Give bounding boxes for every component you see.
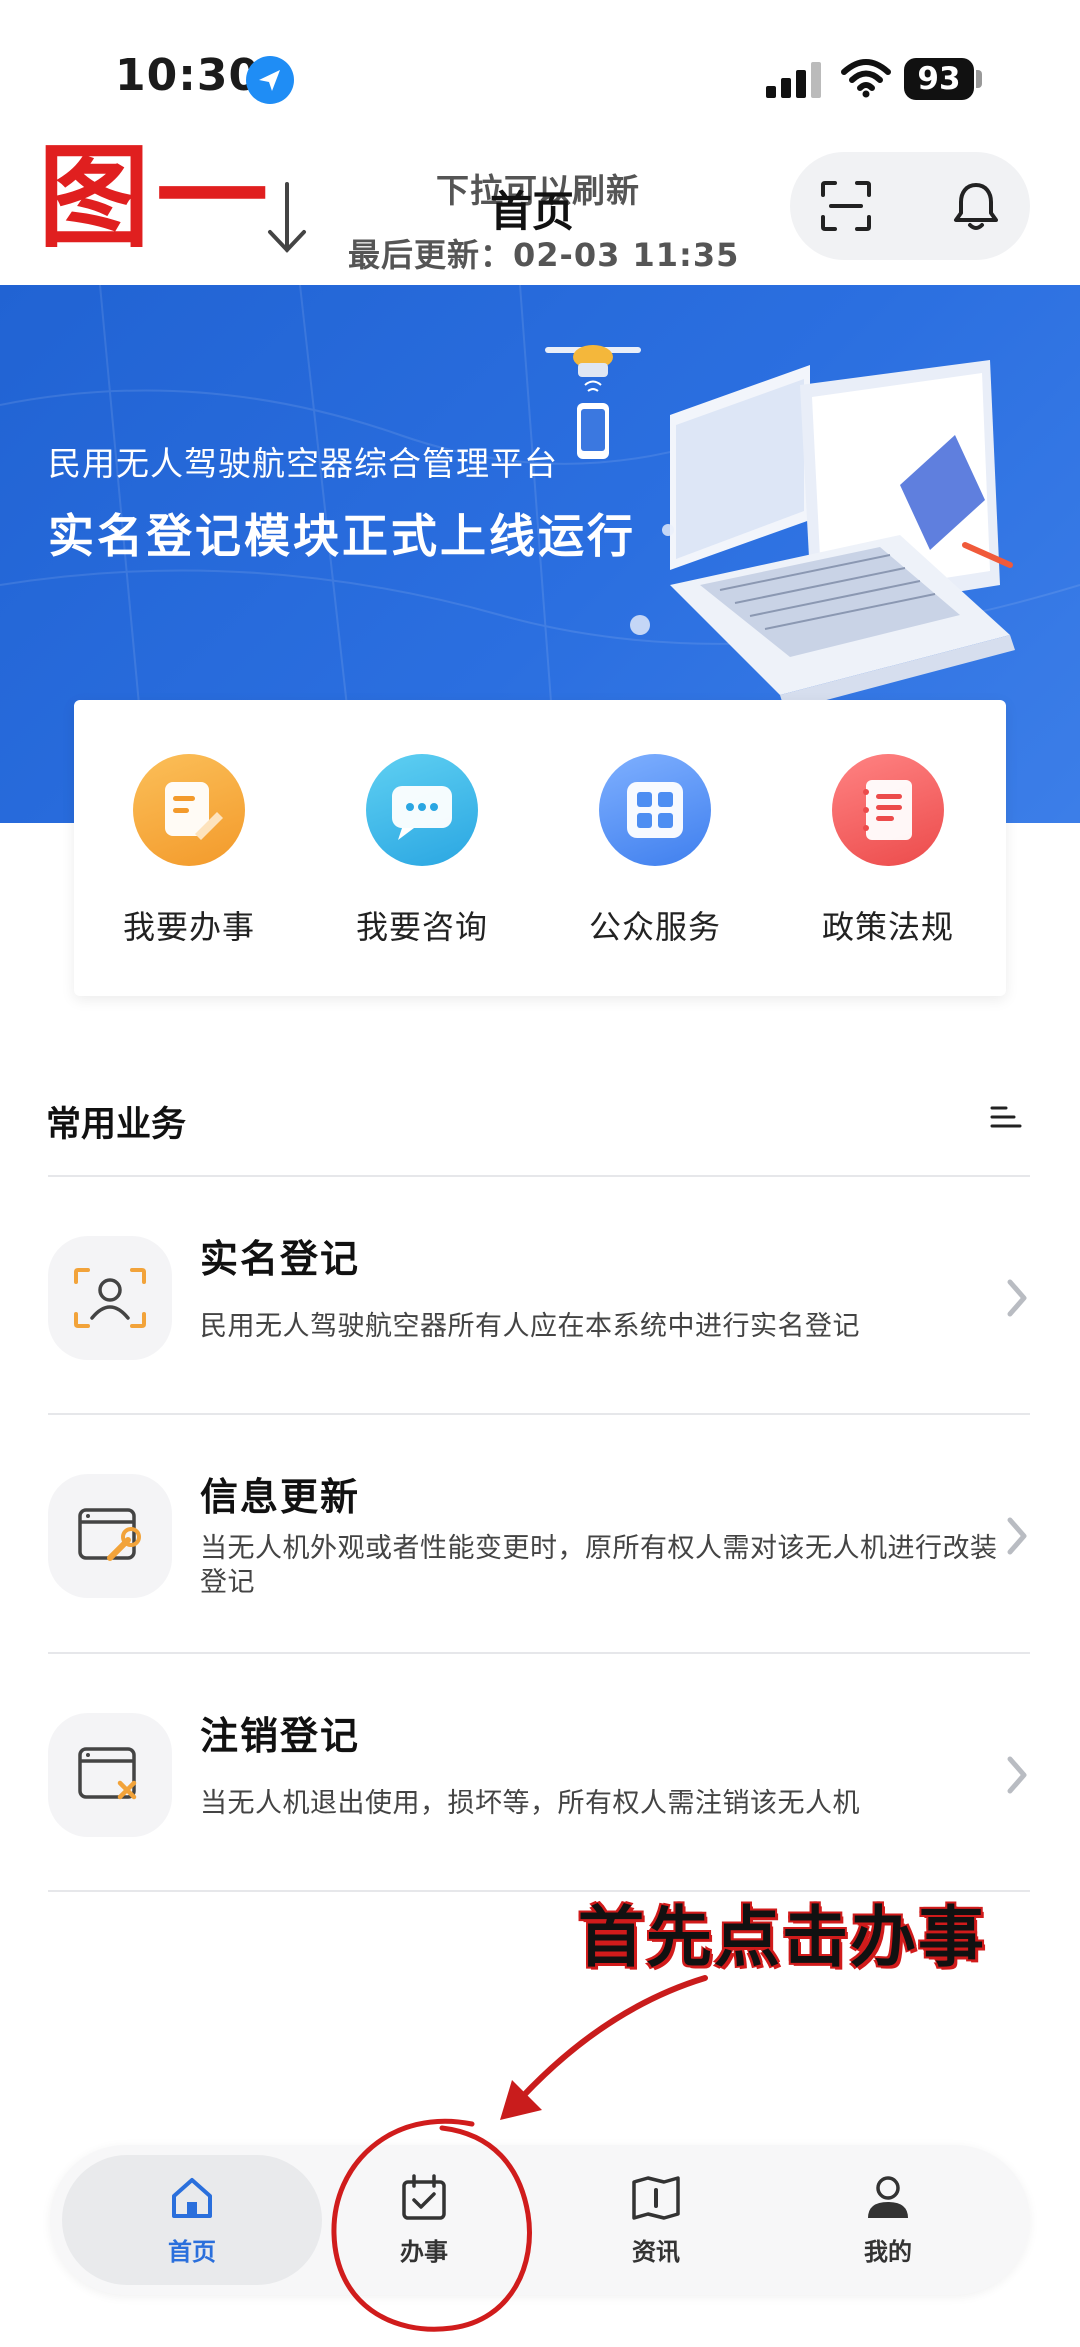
book-info-icon [630,2172,682,2224]
quick-action-apply[interactable]: 我要办事 [74,748,304,968]
quick-action-consult[interactable]: 我要咨询 [307,748,537,968]
business-title: 实名登记 [200,1237,361,1281]
quick-action-label: 政策法规 [821,908,954,946]
banner-subtitle: 民用无人驾驶航空器综合管理平台 [48,444,558,483]
home-icon [166,2172,218,2224]
annotation-arrow [490,1970,720,2130]
chevron-right-icon [1002,1753,1032,1797]
location-arrow-icon [246,56,294,104]
tab-mine[interactable]: 我的 [798,2172,978,2282]
quick-action-public-service[interactable]: 公众服务 [540,748,770,968]
business-desc: 当无人机退出使用，损坏等，所有权人需注销该无人机 [200,1788,860,1819]
chevron-right-icon [1002,1276,1032,1320]
last-update-time: 最后更新：02-03 11:35 [348,236,740,274]
battery-indicator: 93 [904,58,974,100]
laptop-illustration [630,360,1015,711]
business-desc: 民用无人驾驶航空器所有人应在本系统中进行实名登记 [200,1311,860,1342]
section-title: 常用业务 [46,1105,187,1145]
business-row-cancel[interactable]: 注销登记 当无人机退出使用，损坏等，所有权人需注销该无人机 [48,1653,1048,1889]
cellular-signal-icon [766,62,826,98]
window-cancel-icon [48,1713,172,1837]
tab-home[interactable]: 首页 [102,2172,282,2282]
business-title: 注销登记 [200,1714,361,1758]
banner-title: 实名登记模块正式上线运行 [48,509,636,563]
grid-apps-icon [599,754,711,866]
list-menu-icon[interactable] [990,1102,1022,1134]
user-icon [862,2172,914,2224]
arrow-down-icon [262,180,312,256]
business-row-info-update[interactable]: 信息更新 当无人机外观或者性能变更时，原所有权人需对该无人机进行改装登记 [48,1414,1048,1650]
scan-icon [821,181,871,231]
face-scan-icon [48,1236,172,1360]
quick-action-label: 我要咨询 [355,908,488,946]
annotation-callout: 首先点击办事 [578,1899,986,1976]
notebook-icon [832,754,944,866]
business-title: 信息更新 [200,1475,361,1519]
battery-nub [976,70,982,88]
annotation-circle [322,2114,542,2338]
document-edit-icon [133,754,245,866]
tab-label: 资讯 [632,2238,680,2266]
status-time: 10:30 [115,50,261,101]
scan-button[interactable] [806,170,886,242]
tab-label: 我的 [864,2238,912,2266]
business-row-real-name[interactable]: 实名登记 民用无人驾驶航空器所有人应在本系统中进行实名登记 [48,1176,1048,1412]
wifi-icon [840,58,892,98]
notification-button[interactable] [936,170,1016,242]
business-desc: 当无人机外观或者性能变更时，原所有权人需对该无人机进行改装登记 [200,1533,998,1598]
chat-bubble-icon [366,754,478,866]
drone-illustration [545,345,641,459]
annotation-figure-label: 图一 [38,133,274,263]
quick-action-label: 公众服务 [588,908,721,946]
tab-label: 首页 [168,2238,216,2266]
quick-action-policy[interactable]: 政策法规 [773,748,1003,968]
tab-news[interactable]: 资讯 [566,2172,746,2282]
quick-action-label: 我要办事 [122,908,255,946]
chevron-right-icon [1002,1514,1032,1558]
bell-icon [954,183,998,230]
window-wrench-icon [48,1474,172,1598]
